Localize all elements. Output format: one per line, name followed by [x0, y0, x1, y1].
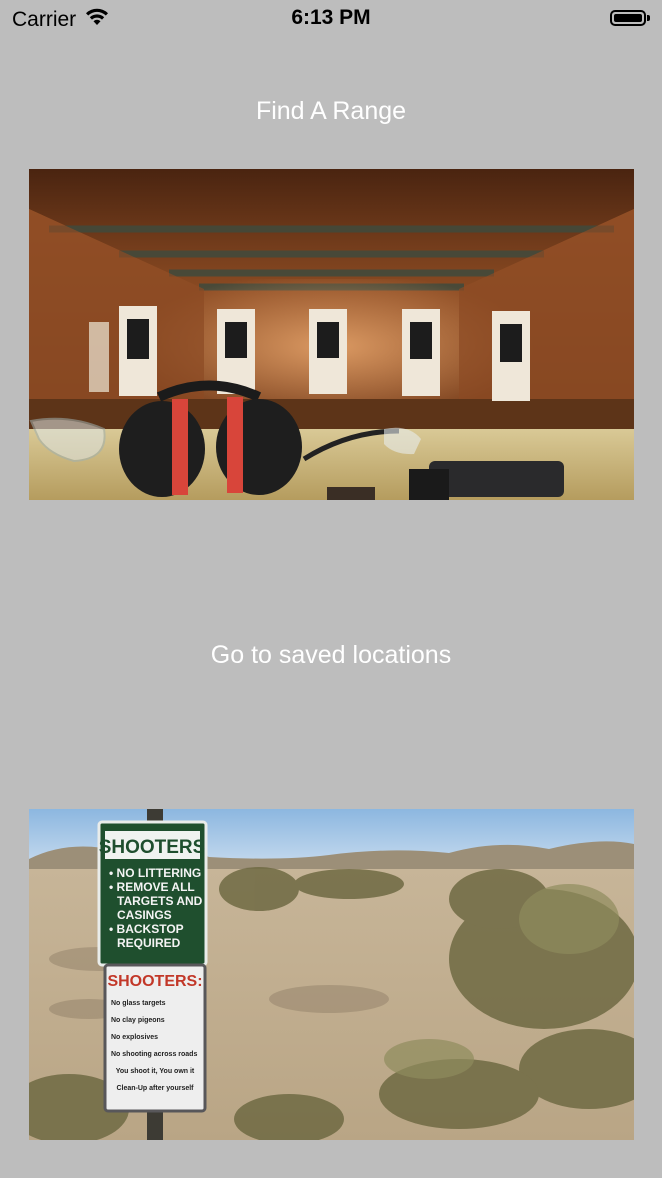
find-range-button[interactable]: Find A Range [0, 97, 662, 126]
sign-top-rule: CASINGS [117, 908, 172, 922]
sign-top-rule: • BACKSTOP [109, 922, 184, 936]
sign-bottom-rule: Clean-Up after yourself [116, 1085, 194, 1092]
battery-full-icon [610, 9, 650, 27]
status-bar: Carrier 6:13 PM [0, 0, 662, 40]
sign-top-rule: REQUIRED [117, 936, 181, 950]
sign-top-rule: • REMOVE ALL [109, 880, 195, 894]
sign-bottom-rule: No shooting across roads [111, 1051, 197, 1058]
sign-top-rule: • NO LITTERING [109, 866, 201, 880]
sign-bottom-rule: You shoot it, You own it [116, 1068, 195, 1075]
status-time: 6:13 PM [291, 6, 371, 29]
sign-bottom-title: SHOOTERS: [107, 973, 202, 990]
sign-top-title: SHOOTERS [99, 837, 206, 858]
sign-bottom-rule: No clay pigeons [111, 1017, 165, 1024]
indoor-range-image[interactable] [29, 169, 634, 500]
sign-bottom-rule: No glass targets [111, 1000, 166, 1007]
sign-top-rule: TARGETS AND [117, 894, 203, 908]
sign-bottom-rule: No explosives [111, 1034, 158, 1041]
outdoor-range-image[interactable]: SHOOTERS • NO LITTERING • REMOVE ALL TARGE… [29, 809, 634, 1140]
saved-locations-button[interactable]: Go to saved locations [0, 641, 662, 670]
